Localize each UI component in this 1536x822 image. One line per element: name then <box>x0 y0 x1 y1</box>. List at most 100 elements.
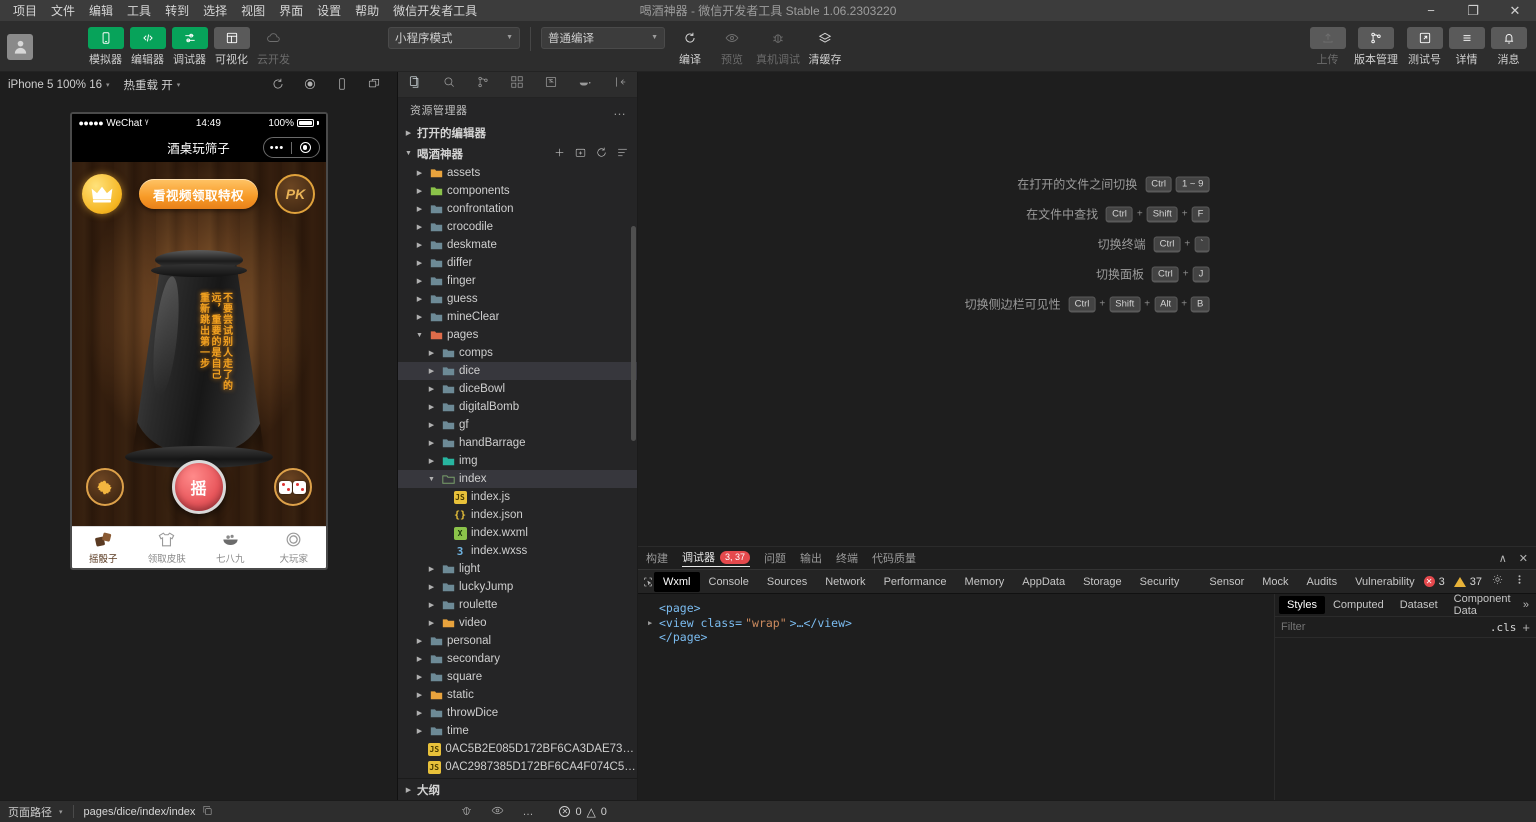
maximize-button[interactable]: ❐ <box>1452 0 1494 22</box>
collapse-all-icon[interactable] <box>616 146 629 162</box>
tree-folder[interactable]: ▶secondary <box>398 650 637 668</box>
open-editors-section[interactable]: ▶ 打开的编辑器 <box>398 122 637 143</box>
compile-button[interactable]: 编译 <box>669 27 711 67</box>
tree-folder[interactable]: ▶throwDice <box>398 704 637 722</box>
tree-folder[interactable]: ▶time <box>398 722 637 740</box>
gear-icon[interactable] <box>86 468 124 506</box>
tree-folder[interactable]: ▶luckyJump <box>398 578 637 596</box>
tree-file[interactable]: JS0AC5B2E085D172BF6CA3DAE73681753... <box>398 740 637 758</box>
devtools-tab-wxml[interactable]: Wxml <box>654 572 700 592</box>
extensions-icon[interactable] <box>510 75 524 94</box>
dice-icon[interactable] <box>274 468 312 506</box>
editor-area[interactable]: 在打开的文件之间切换Ctrl1 ~ 9在文件中查找Ctrl+Shift+F切换终… <box>638 72 1536 546</box>
tree-file[interactable]: JS0C23BFD085D172BF6A45D7D74FD1753... <box>398 776 637 778</box>
tree-file[interactable]: 3index.wxss <box>398 542 637 560</box>
shake-button[interactable]: 摇 <box>172 460 226 514</box>
test-account-button[interactable]: 测试号 <box>1405 27 1444 67</box>
devtools-tab-audits[interactable]: Audits <box>1298 572 1347 592</box>
details-button[interactable]: 详情 <box>1447 27 1486 67</box>
tree-folder[interactable]: ▼pages <box>398 326 637 344</box>
search-icon[interactable] <box>442 75 456 94</box>
menu-item-settings[interactable]: 设置 <box>310 0 348 22</box>
devtools-tab-sources[interactable]: Sources <box>758 572 816 592</box>
capsule-close-icon[interactable] <box>292 142 319 153</box>
devtools-tab-storage[interactable]: Storage <box>1074 572 1131 592</box>
menu-item-file[interactable]: 文件 <box>44 0 82 22</box>
tree-folder[interactable]: ▶diceBowl <box>398 380 637 398</box>
crown-icon[interactable] <box>82 174 122 214</box>
cloud-dev-button[interactable]: 云开发 <box>254 27 293 67</box>
menu-item-edit[interactable]: 编辑 <box>82 0 120 22</box>
tree-folder[interactable]: ▶video <box>398 614 637 632</box>
devtools-tab-performance[interactable]: Performance <box>875 572 956 592</box>
tree-folder[interactable]: ▼index <box>398 470 637 488</box>
warning-count-chip[interactable]: 37 <box>1454 576 1482 588</box>
devtools-tab-vulnerability[interactable]: Vulnerability <box>1346 572 1424 592</box>
tree-folder[interactable]: ▶assets <box>398 164 637 182</box>
tree-folder[interactable]: ▶handBarrage <box>398 434 637 452</box>
cls-button[interactable]: .cls <box>1490 621 1517 634</box>
snippets-icon[interactable] <box>544 75 558 94</box>
phone-tab-789[interactable]: 七八九 <box>199 527 263 568</box>
status-more-icon[interactable]: … <box>522 806 534 818</box>
phone-tab-bigplayer[interactable]: 大玩家 <box>262 527 326 568</box>
record-icon[interactable] <box>303 77 317 94</box>
phone-tab-dice[interactable]: 摇骰子 <box>72 527 136 568</box>
tree-folder[interactable]: ▶static <box>398 686 637 704</box>
mode-select[interactable]: 小程序模式 ▼ <box>388 27 520 49</box>
collapse-sidebar-icon[interactable] <box>613 75 627 94</box>
menu-item-goto[interactable]: 转到 <box>158 0 196 22</box>
devtools-tab-security[interactable]: Security <box>1131 572 1189 592</box>
menu-item-project[interactable]: 项目 <box>6 0 44 22</box>
tree-folder[interactable]: ▶finger <box>398 272 637 290</box>
panel-tab-codequality[interactable]: 代码质量 <box>872 550 916 567</box>
new-folder-icon[interactable] <box>574 146 587 162</box>
styles-tab-styles[interactable]: Styles <box>1279 596 1325 614</box>
menu-item-devtools[interactable]: 微信开发者工具 <box>386 0 484 22</box>
styles-tab-component-data[interactable]: Component Data <box>1446 590 1523 620</box>
clear-cache-button[interactable]: 清缓存 <box>803 27 847 67</box>
explorer-more-icon[interactable]: … <box>613 103 627 118</box>
devtools-settings-icon[interactable] <box>1491 573 1504 591</box>
menu-item-interface[interactable]: 界面 <box>272 0 310 22</box>
source-control-icon[interactable] <box>476 75 490 94</box>
chevron-down-icon[interactable]: ▾ <box>59 808 63 816</box>
tree-file[interactable]: Xindex.wxml <box>398 524 637 542</box>
wxml-line-2[interactable]: ▶ <view class="wrap">…</view> <box>648 616 1264 631</box>
upload-button[interactable]: 上传 <box>1308 27 1347 67</box>
bug-icon[interactable] <box>460 804 473 820</box>
close-button[interactable]: ✕ <box>1494 0 1536 22</box>
tree-file[interactable]: JSindex.js <box>398 488 637 506</box>
styles-filter-input[interactable] <box>1281 621 1484 633</box>
tree-folder[interactable]: ▶mineClear <box>398 308 637 326</box>
tree-folder[interactable]: ▶crocodile <box>398 218 637 236</box>
debugger-toggle-button[interactable]: 调试器 <box>170 27 209 67</box>
devtools-tab-console[interactable]: Console <box>700 572 758 592</box>
menu-item-tools[interactable]: 工具 <box>120 0 158 22</box>
tree-folder[interactable]: ▶components <box>398 182 637 200</box>
wxml-tree-pane[interactable]: <page> ▶ <view class="wrap">…</view> </p… <box>638 594 1275 800</box>
panel-tab-problems[interactable]: 问题 <box>764 550 786 567</box>
simulator-toggle-button[interactable]: 模拟器 <box>86 27 125 67</box>
hot-reload-select[interactable]: 热重载 开 ▾ <box>124 77 181 93</box>
styles-tab-dataset[interactable]: Dataset <box>1392 596 1446 614</box>
phone-tab-skin[interactable]: 领取皮肤 <box>135 527 199 568</box>
tree-file[interactable]: JS0AC2987385D172BF6CA4F074C5C17533... <box>398 758 637 776</box>
eye-icon[interactable] <box>491 804 504 820</box>
devtools-tab-network[interactable]: Network <box>816 572 874 592</box>
file-tree[interactable]: ▶assets▶components▶confrontation▶crocodi… <box>398 164 637 778</box>
new-file-icon[interactable] <box>553 146 566 162</box>
tree-folder[interactable]: ▶differ <box>398 254 637 272</box>
outline-section[interactable]: ▶ 大纲 <box>398 778 637 800</box>
page-path-label[interactable]: 页面路径 <box>8 804 52 820</box>
pk-button[interactable]: PK <box>275 174 315 214</box>
devtools-overflow-icon[interactable] <box>1513 573 1526 591</box>
capsule-more-icon[interactable]: ••• <box>264 142 291 154</box>
visualization-toggle-button[interactable]: 可视化 <box>212 27 251 67</box>
devtools-tab-appdata[interactable]: AppData <box>1013 572 1074 592</box>
detach-window-icon[interactable] <box>367 77 381 94</box>
panel-tab-terminal[interactable]: 终端 <box>836 550 858 567</box>
tree-folder[interactable]: ▶roulette <box>398 596 637 614</box>
tree-folder[interactable]: ▶confrontation <box>398 200 637 218</box>
tree-folder[interactable]: ▶digitalBomb <box>398 398 637 416</box>
